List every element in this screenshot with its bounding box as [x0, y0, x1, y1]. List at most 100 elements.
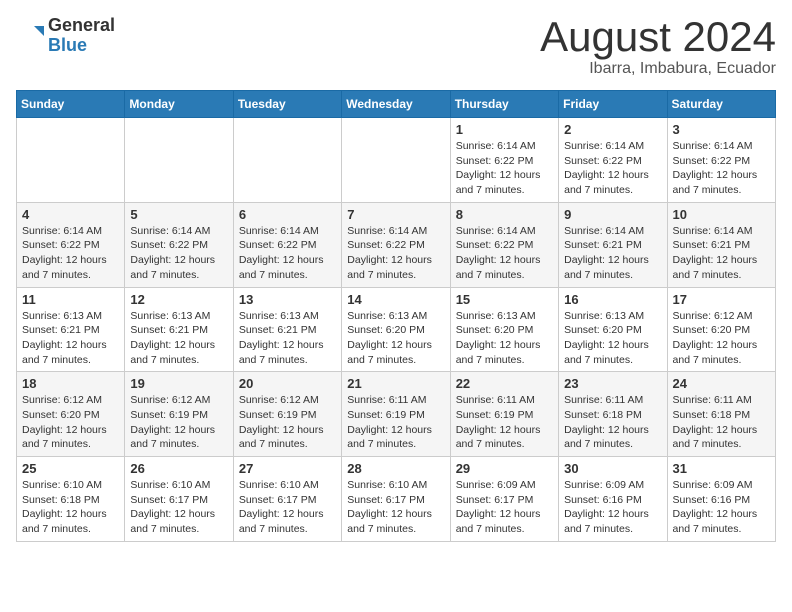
logo-icon [16, 22, 44, 50]
day-number: 20 [239, 376, 336, 391]
day-number: 4 [22, 207, 119, 222]
logo: General Blue [16, 16, 115, 56]
title-block: August 2024 Ibarra, Imbabura, Ecuador [540, 16, 776, 78]
day-info: Sunrise: 6:11 AM Sunset: 6:19 PM Dayligh… [456, 393, 553, 452]
calendar-cell: 13Sunrise: 6:13 AM Sunset: 6:21 PM Dayli… [233, 287, 341, 372]
day-info: Sunrise: 6:14 AM Sunset: 6:22 PM Dayligh… [130, 224, 227, 283]
day-info: Sunrise: 6:14 AM Sunset: 6:22 PM Dayligh… [564, 139, 661, 198]
calendar-cell: 6 Sunrise: 6:14 AM Sunset: 6:22 PM Daylig… [233, 202, 341, 287]
calendar-cell: 15Sunrise: 6:13 AM Sunset: 6:20 PM Dayli… [450, 287, 558, 372]
day-number: 13 [239, 292, 336, 307]
calendar-cell [342, 118, 450, 203]
calendar-cell: 16 Sunrise: 6:13 AM Sunset: 6:20 PM Dayli… [559, 287, 667, 372]
day-info: Sunrise: 6:13 AM Sunset: 6:20 PM Dayligh… [347, 309, 444, 368]
calendar-cell: 21 Sunrise: 6:11 AM Sunset: 6:19 PM Dayli… [342, 372, 450, 457]
calendar-cell: 19 Sunrise: 6:12 AM Sunset: 6:19 PM Dayli… [125, 372, 233, 457]
day-number: 2 [564, 122, 661, 137]
calendar-cell: 25 Sunrise: 6:10 AM Sunset: 6:18 PM Dayli… [17, 457, 125, 542]
weekday-header-tuesday: Tuesday [233, 91, 341, 118]
day-number: 7 [347, 207, 444, 222]
day-info: Sunrise: 6:10 AM Sunset: 6:17 PM Dayligh… [130, 478, 227, 537]
day-number: 10 [673, 207, 770, 222]
day-number: 18 [22, 376, 119, 391]
day-info: Sunrise: 6:09 AM Sunset: 6:17 PM Dayligh… [456, 478, 553, 537]
weekday-header-friday: Friday [559, 91, 667, 118]
calendar-cell: 24Sunrise: 6:11 AM Sunset: 6:18 PM Dayli… [667, 372, 775, 457]
calendar-cell: 14Sunrise: 6:13 AM Sunset: 6:20 PM Dayli… [342, 287, 450, 372]
day-info: Sunrise: 6:12 AM Sunset: 6:19 PM Dayligh… [130, 393, 227, 452]
day-info: Sunrise: 6:11 AM Sunset: 6:18 PM Dayligh… [564, 393, 661, 452]
day-number: 6 [239, 207, 336, 222]
day-number: 28 [347, 461, 444, 476]
day-number: 29 [456, 461, 553, 476]
day-info: Sunrise: 6:12 AM Sunset: 6:20 PM Dayligh… [673, 309, 770, 368]
week-row-4: 18 Sunrise: 6:12 AM Sunset: 6:20 PM Dayli… [17, 372, 776, 457]
day-info: Sunrise: 6:12 AM Sunset: 6:20 PM Dayligh… [22, 393, 119, 452]
week-row-1: 1 Sunrise: 6:14 AM Sunset: 6:22 PM Daylig… [17, 118, 776, 203]
week-row-3: 11 Sunrise: 6:13 AM Sunset: 6:21 PM Dayli… [17, 287, 776, 372]
day-info: Sunrise: 6:14 AM Sunset: 6:22 PM Dayligh… [347, 224, 444, 283]
day-number: 30 [564, 461, 661, 476]
day-info: Sunrise: 6:14 AM Sunset: 6:22 PM Dayligh… [239, 224, 336, 283]
calendar-cell: 11 Sunrise: 6:13 AM Sunset: 6:21 PM Dayli… [17, 287, 125, 372]
location: Ibarra, Imbabura, Ecuador [540, 60, 776, 78]
calendar-cell [233, 118, 341, 203]
calendar-cell: 8 Sunrise: 6:14 AM Sunset: 6:22 PM Daylig… [450, 202, 558, 287]
calendar-cell: 4Sunrise: 6:14 AM Sunset: 6:22 PM Daylig… [17, 202, 125, 287]
day-info: Sunrise: 6:14 AM Sunset: 6:21 PM Dayligh… [673, 224, 770, 283]
weekday-header-row: SundayMondayTuesdayWednesdayThursdayFrid… [17, 91, 776, 118]
calendar-cell: 28Sunrise: 6:10 AM Sunset: 6:17 PM Dayli… [342, 457, 450, 542]
calendar-cell: 12Sunrise: 6:13 AM Sunset: 6:21 PM Dayli… [125, 287, 233, 372]
day-info: Sunrise: 6:14 AM Sunset: 6:21 PM Dayligh… [564, 224, 661, 283]
logo-blue: Blue [48, 35, 87, 55]
page-header: General Blue August 2024 Ibarra, Imbabur… [16, 16, 776, 78]
day-info: Sunrise: 6:13 AM Sunset: 6:21 PM Dayligh… [22, 309, 119, 368]
day-number: 5 [130, 207, 227, 222]
logo-text: General Blue [48, 16, 115, 56]
calendar-cell: 9Sunrise: 6:14 AM Sunset: 6:21 PM Daylig… [559, 202, 667, 287]
day-info: Sunrise: 6:09 AM Sunset: 6:16 PM Dayligh… [564, 478, 661, 537]
day-info: Sunrise: 6:10 AM Sunset: 6:18 PM Dayligh… [22, 478, 119, 537]
day-number: 22 [456, 376, 553, 391]
calendar-cell: 7 Sunrise: 6:14 AM Sunset: 6:22 PM Daylig… [342, 202, 450, 287]
day-info: Sunrise: 6:13 AM Sunset: 6:21 PM Dayligh… [130, 309, 227, 368]
day-info: Sunrise: 6:14 AM Sunset: 6:22 PM Dayligh… [456, 139, 553, 198]
day-number: 27 [239, 461, 336, 476]
day-number: 31 [673, 461, 770, 476]
day-number: 15 [456, 292, 553, 307]
calendar-cell: 18 Sunrise: 6:12 AM Sunset: 6:20 PM Dayli… [17, 372, 125, 457]
day-number: 19 [130, 376, 227, 391]
day-number: 25 [22, 461, 119, 476]
day-number: 26 [130, 461, 227, 476]
calendar-table: SundayMondayTuesdayWednesdayThursdayFrid… [16, 90, 776, 542]
month-title: August 2024 [540, 16, 776, 58]
week-row-5: 25 Sunrise: 6:10 AM Sunset: 6:18 PM Dayli… [17, 457, 776, 542]
day-info: Sunrise: 6:14 AM Sunset: 6:22 PM Dayligh… [456, 224, 553, 283]
day-number: 23 [564, 376, 661, 391]
day-info: Sunrise: 6:11 AM Sunset: 6:19 PM Dayligh… [347, 393, 444, 452]
week-row-2: 4 Sunrise: 6:14 AM Sunset: 6:22 PM Daylig… [17, 202, 776, 287]
day-info: Sunrise: 6:13 AM Sunset: 6:20 PM Dayligh… [564, 309, 661, 368]
weekday-header-saturday: Saturday [667, 91, 775, 118]
calendar-cell: 20Sunrise: 6:12 AM Sunset: 6:19 PM Dayli… [233, 372, 341, 457]
day-number: 8 [456, 207, 553, 222]
calendar-cell: 3Sunrise: 6:14 AM Sunset: 6:22 PM Daylig… [667, 118, 775, 203]
day-number: 17 [673, 292, 770, 307]
calendar-cell: 29 Sunrise: 6:09 AM Sunset: 6:17 PM Dayli… [450, 457, 558, 542]
calendar-cell: 31 Sunrise: 6:09 AM Sunset: 6:16 PM Dayli… [667, 457, 775, 542]
weekday-header-sunday: Sunday [17, 91, 125, 118]
weekday-header-thursday: Thursday [450, 91, 558, 118]
calendar-cell: 27 Sunrise: 6:10 AM Sunset: 6:17 PM Dayli… [233, 457, 341, 542]
day-number: 21 [347, 376, 444, 391]
calendar-cell [125, 118, 233, 203]
calendar-cell: 5 Sunrise: 6:14 AM Sunset: 6:22 PM Daylig… [125, 202, 233, 287]
day-info: Sunrise: 6:10 AM Sunset: 6:17 PM Dayligh… [239, 478, 336, 537]
day-number: 11 [22, 292, 119, 307]
calendar-cell: 1 Sunrise: 6:14 AM Sunset: 6:22 PM Daylig… [450, 118, 558, 203]
calendar-cell: 2 Sunrise: 6:14 AM Sunset: 6:22 PM Daylig… [559, 118, 667, 203]
day-number: 16 [564, 292, 661, 307]
calendar-cell: 10 Sunrise: 6:14 AM Sunset: 6:21 PM Dayli… [667, 202, 775, 287]
day-info: Sunrise: 6:09 AM Sunset: 6:16 PM Dayligh… [673, 478, 770, 537]
weekday-header-monday: Monday [125, 91, 233, 118]
day-number: 1 [456, 122, 553, 137]
